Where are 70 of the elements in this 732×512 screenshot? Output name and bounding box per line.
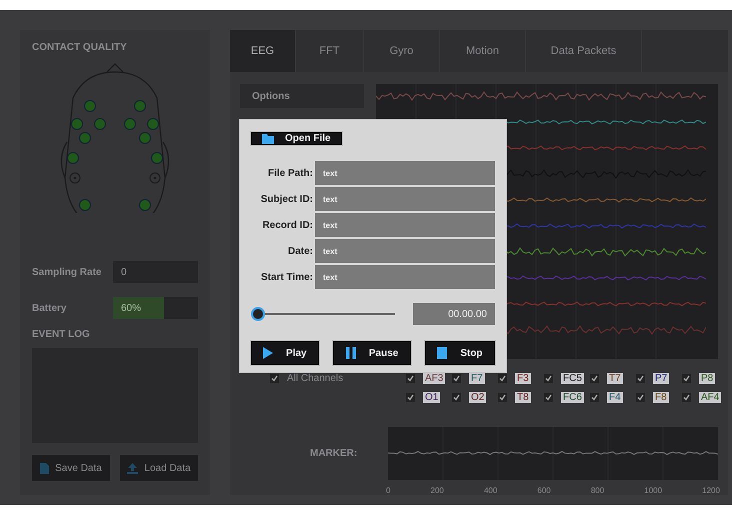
checkbox[interactable] bbox=[498, 374, 507, 383]
load-data-button[interactable]: Load Data bbox=[120, 455, 198, 481]
section-title: EVENT LOG bbox=[32, 329, 91, 340]
channel-label: All Channels bbox=[287, 373, 344, 384]
stop-button[interactable]: Stop bbox=[425, 341, 495, 365]
text-field[interactable]: text bbox=[315, 265, 495, 289]
field-label: Date: bbox=[286, 246, 313, 256]
channel-label: P7 bbox=[653, 373, 670, 384]
stop-icon bbox=[437, 347, 448, 359]
text-field[interactable]: text bbox=[315, 161, 495, 185]
folder-icon bbox=[262, 134, 275, 144]
field-label: Battery bbox=[32, 302, 66, 314]
checkbox[interactable] bbox=[544, 393, 553, 402]
checkbox[interactable] bbox=[452, 393, 461, 402]
channel-label: FC6 bbox=[561, 392, 584, 403]
checkbox[interactable] bbox=[682, 374, 691, 383]
channel-label: T8 bbox=[515, 392, 531, 403]
pause-icon bbox=[346, 347, 356, 359]
checkbox[interactable] bbox=[498, 393, 507, 402]
axis-tick: 200 bbox=[430, 486, 444, 495]
checkbox[interactable] bbox=[270, 374, 279, 383]
field-label: Record ID: bbox=[261, 220, 313, 230]
checkbox[interactable] bbox=[406, 393, 415, 402]
checkbox[interactable] bbox=[636, 393, 645, 402]
save-data-button[interactable]: Save Data bbox=[32, 455, 110, 481]
axis-tick: 0 bbox=[386, 486, 390, 495]
checkbox[interactable] bbox=[452, 374, 461, 383]
text-field[interactable]: text bbox=[315, 187, 495, 211]
checkbox[interactable] bbox=[590, 374, 599, 383]
axis-tick: 400 bbox=[484, 486, 498, 495]
text-field[interactable]: text bbox=[315, 213, 495, 237]
channel-label: O2 bbox=[469, 392, 486, 403]
marker-label: MARKER: bbox=[310, 448, 358, 459]
channel-label: AF4 bbox=[699, 392, 722, 403]
upload-icon bbox=[127, 462, 138, 474]
checkbox[interactable] bbox=[590, 393, 599, 402]
play-icon bbox=[263, 347, 274, 359]
field-label: File Path: bbox=[266, 168, 313, 178]
field-label: Sampling Rate bbox=[32, 266, 102, 278]
checkbox[interactable] bbox=[544, 374, 553, 383]
pause-button[interactable]: Pause bbox=[333, 341, 411, 365]
channel-label: FC5 bbox=[561, 373, 584, 384]
file-icon bbox=[40, 462, 50, 474]
checkbox[interactable] bbox=[682, 393, 691, 402]
channel-label: AF3 bbox=[423, 373, 446, 384]
sampling-rate-field: 0 bbox=[113, 261, 198, 283]
checkbox[interactable] bbox=[636, 374, 645, 383]
channel-label: F4 bbox=[607, 392, 623, 403]
panel-title: CONTACT QUALITY bbox=[32, 42, 128, 53]
slider-thumb[interactable] bbox=[251, 307, 265, 321]
axis-tick: 800 bbox=[590, 486, 604, 495]
axis-tick: 1000 bbox=[644, 486, 662, 495]
channel-label: F8 bbox=[653, 392, 669, 403]
channel-label: P8 bbox=[699, 373, 716, 384]
battery-reading: 60% bbox=[121, 302, 142, 314]
open-file-button[interactable]: Open File bbox=[251, 132, 342, 145]
field-label: Subject ID: bbox=[260, 194, 313, 204]
play-button[interactable]: Play bbox=[251, 341, 319, 365]
channel-label: F7 bbox=[469, 373, 485, 384]
options-header: Options bbox=[240, 84, 364, 108]
tab[interactable]: EEG bbox=[230, 30, 296, 72]
axis-tick: 1200 bbox=[702, 486, 720, 495]
axis-tick: 600 bbox=[537, 486, 551, 495]
channel-label: O1 bbox=[423, 392, 440, 403]
text-field[interactable]: text bbox=[315, 239, 495, 263]
field-label: Start Time: bbox=[260, 272, 313, 282]
time-display: 00.00.00 bbox=[413, 303, 495, 325]
channel-label: T7 bbox=[607, 373, 623, 384]
channel-label: F3 bbox=[515, 373, 531, 384]
checkbox[interactable] bbox=[406, 374, 415, 383]
